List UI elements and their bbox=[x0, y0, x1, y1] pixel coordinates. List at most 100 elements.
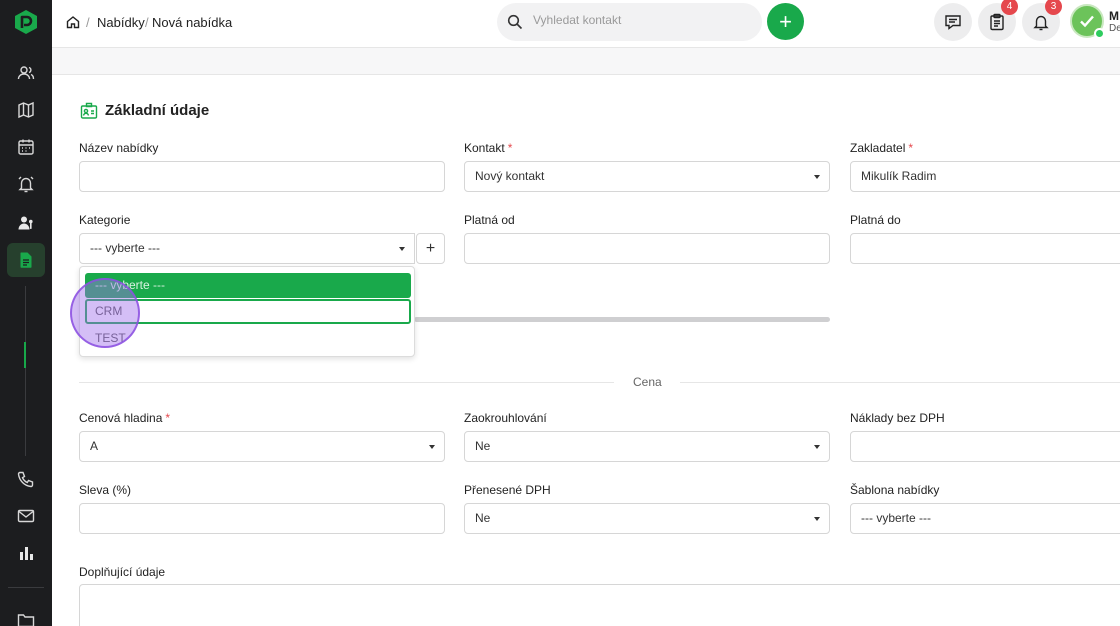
divider-line bbox=[79, 382, 614, 383]
sidebar-item-offers[interactable] bbox=[7, 243, 45, 277]
sidebar-item-calendar[interactable] bbox=[7, 130, 45, 164]
offer-name-label: Název nabídky bbox=[79, 141, 159, 155]
user-name[interactable]: M bbox=[1109, 9, 1119, 23]
bar-chart-icon bbox=[20, 547, 33, 560]
caret-down-icon bbox=[814, 175, 820, 179]
user-gear-icon bbox=[18, 216, 33, 230]
notifications-badge: 3 bbox=[1045, 0, 1062, 15]
breadcrumb-current: Nová nabídka bbox=[152, 15, 233, 30]
required-marker: * bbox=[908, 141, 914, 155]
top-bar: / Nabídky / Nová nabídka + 4 3 M De bbox=[52, 0, 1120, 48]
dropdown-option[interactable]: --- vyberte --- bbox=[85, 273, 411, 298]
rounding-select[interactable]: Ne bbox=[464, 431, 830, 462]
sidebar-tree-line bbox=[25, 286, 26, 456]
template-label: Šablona nabídky bbox=[850, 483, 940, 497]
sidebar-item-map[interactable] bbox=[7, 93, 45, 127]
sidebar-item-contacts[interactable] bbox=[7, 56, 45, 90]
alarm-bell-icon bbox=[18, 176, 34, 193]
offer-name-input[interactable] bbox=[79, 161, 445, 192]
template-select-value: --- vyberte --- bbox=[861, 511, 931, 525]
tasks-badge: 4 bbox=[1001, 0, 1018, 15]
reverse-vat-select-value: Ne bbox=[475, 511, 491, 525]
sidebar-item-user-admin[interactable] bbox=[7, 206, 45, 240]
costs-input[interactable] bbox=[850, 431, 1120, 462]
founder-label-text: Zakladatel bbox=[850, 141, 906, 155]
sidebar-separator bbox=[8, 587, 44, 588]
app-logo-icon[interactable] bbox=[13, 9, 39, 35]
check-icon bbox=[1080, 15, 1094, 28]
section-title: Základní údaje bbox=[105, 102, 210, 119]
contact-label: Kontakt * bbox=[464, 141, 512, 155]
phone-icon bbox=[17, 471, 34, 488]
caret-down-icon bbox=[814, 517, 820, 521]
breadcrumb-separator: / bbox=[86, 15, 90, 30]
online-status-dot bbox=[1094, 28, 1105, 39]
category-dropdown: --- vyberte --- CRM TEST bbox=[79, 266, 415, 357]
valid-to-label: Platná do bbox=[850, 213, 901, 227]
bell-icon bbox=[1033, 15, 1049, 31]
search-icon bbox=[507, 14, 523, 30]
dropdown-option[interactable]: TEST bbox=[85, 326, 411, 351]
contact-select-value: Nový kontakt bbox=[475, 169, 545, 183]
discount-label: Sleva (%) bbox=[79, 483, 132, 497]
price-divider-label: Cena bbox=[633, 375, 662, 389]
price-level-select-value: A bbox=[90, 439, 99, 453]
user-subtitle: De bbox=[1109, 23, 1120, 34]
breadcrumb-separator: / bbox=[145, 15, 149, 30]
home-icon[interactable] bbox=[66, 15, 80, 29]
additional-info-textarea[interactable] bbox=[79, 584, 1120, 626]
price-level-label: Cenová hladina * bbox=[79, 411, 170, 425]
breadcrumb-offers-link[interactable]: Nabídky bbox=[97, 15, 145, 30]
discount-input[interactable] bbox=[79, 503, 445, 534]
category-select-value: --- vyberte --- bbox=[90, 241, 160, 255]
search-input[interactable] bbox=[533, 13, 743, 27]
rounding-label: Zaokrouhlování bbox=[464, 411, 547, 425]
mail-icon bbox=[17, 509, 35, 523]
messages-button[interactable] bbox=[934, 3, 972, 41]
additional-info-label: Doplňující údaje bbox=[79, 565, 166, 579]
sidebar-item-alarms[interactable] bbox=[7, 167, 45, 201]
founder-select-value: Mikulík Radim bbox=[861, 169, 937, 183]
tasks-button[interactable]: 4 bbox=[978, 0, 1018, 41]
contact-select[interactable]: Nový kontakt bbox=[464, 161, 830, 192]
contact-label-text: Kontakt bbox=[464, 141, 505, 155]
sidebar-tree-active-marker bbox=[24, 342, 26, 368]
users-icon bbox=[17, 66, 35, 80]
clipboard-icon bbox=[990, 13, 1004, 31]
founder-select[interactable]: Mikulík Radim bbox=[850, 161, 1120, 192]
calendar-icon bbox=[18, 139, 34, 155]
avatar[interactable] bbox=[1070, 4, 1105, 39]
reverse-vat-label: Přenesené DPH bbox=[464, 483, 551, 497]
costs-label: Náklady bez DPH bbox=[850, 411, 945, 425]
valid-from-input[interactable] bbox=[464, 233, 830, 264]
valid-to-input[interactable] bbox=[850, 233, 1120, 264]
reverse-vat-select[interactable]: Ne bbox=[464, 503, 830, 534]
caret-down-icon bbox=[399, 247, 405, 251]
chat-icon bbox=[945, 15, 961, 30]
document-icon bbox=[20, 252, 32, 268]
search-bar[interactable] bbox=[497, 3, 762, 41]
sidebar-item-reports[interactable] bbox=[7, 536, 45, 570]
template-select[interactable]: --- vyberte --- bbox=[850, 503, 1120, 534]
progress-bar bbox=[414, 317, 830, 322]
sidebar bbox=[0, 0, 52, 626]
rounding-select-value: Ne bbox=[475, 439, 491, 453]
sidebar-item-calls[interactable] bbox=[7, 462, 45, 496]
founder-label: Zakladatel * bbox=[850, 141, 913, 155]
category-label: Kategorie bbox=[79, 213, 131, 227]
valid-from-label: Platná od bbox=[464, 213, 515, 227]
folder-icon bbox=[17, 614, 35, 626]
contact-card-icon bbox=[80, 102, 98, 119]
add-category-button[interactable]: + bbox=[416, 233, 445, 264]
notifications-button[interactable]: 3 bbox=[1022, 0, 1062, 41]
sidebar-item-email[interactable] bbox=[7, 499, 45, 533]
category-select[interactable]: --- vyberte --- bbox=[79, 233, 415, 264]
map-icon bbox=[18, 101, 34, 119]
sidebar-item-folders[interactable] bbox=[7, 603, 45, 626]
dropdown-option[interactable]: CRM bbox=[85, 299, 411, 324]
price-level-select[interactable]: A bbox=[79, 431, 445, 462]
add-button[interactable]: + bbox=[767, 3, 804, 40]
caret-down-icon bbox=[429, 445, 435, 449]
divider-line bbox=[680, 382, 1120, 383]
caret-down-icon bbox=[814, 445, 820, 449]
